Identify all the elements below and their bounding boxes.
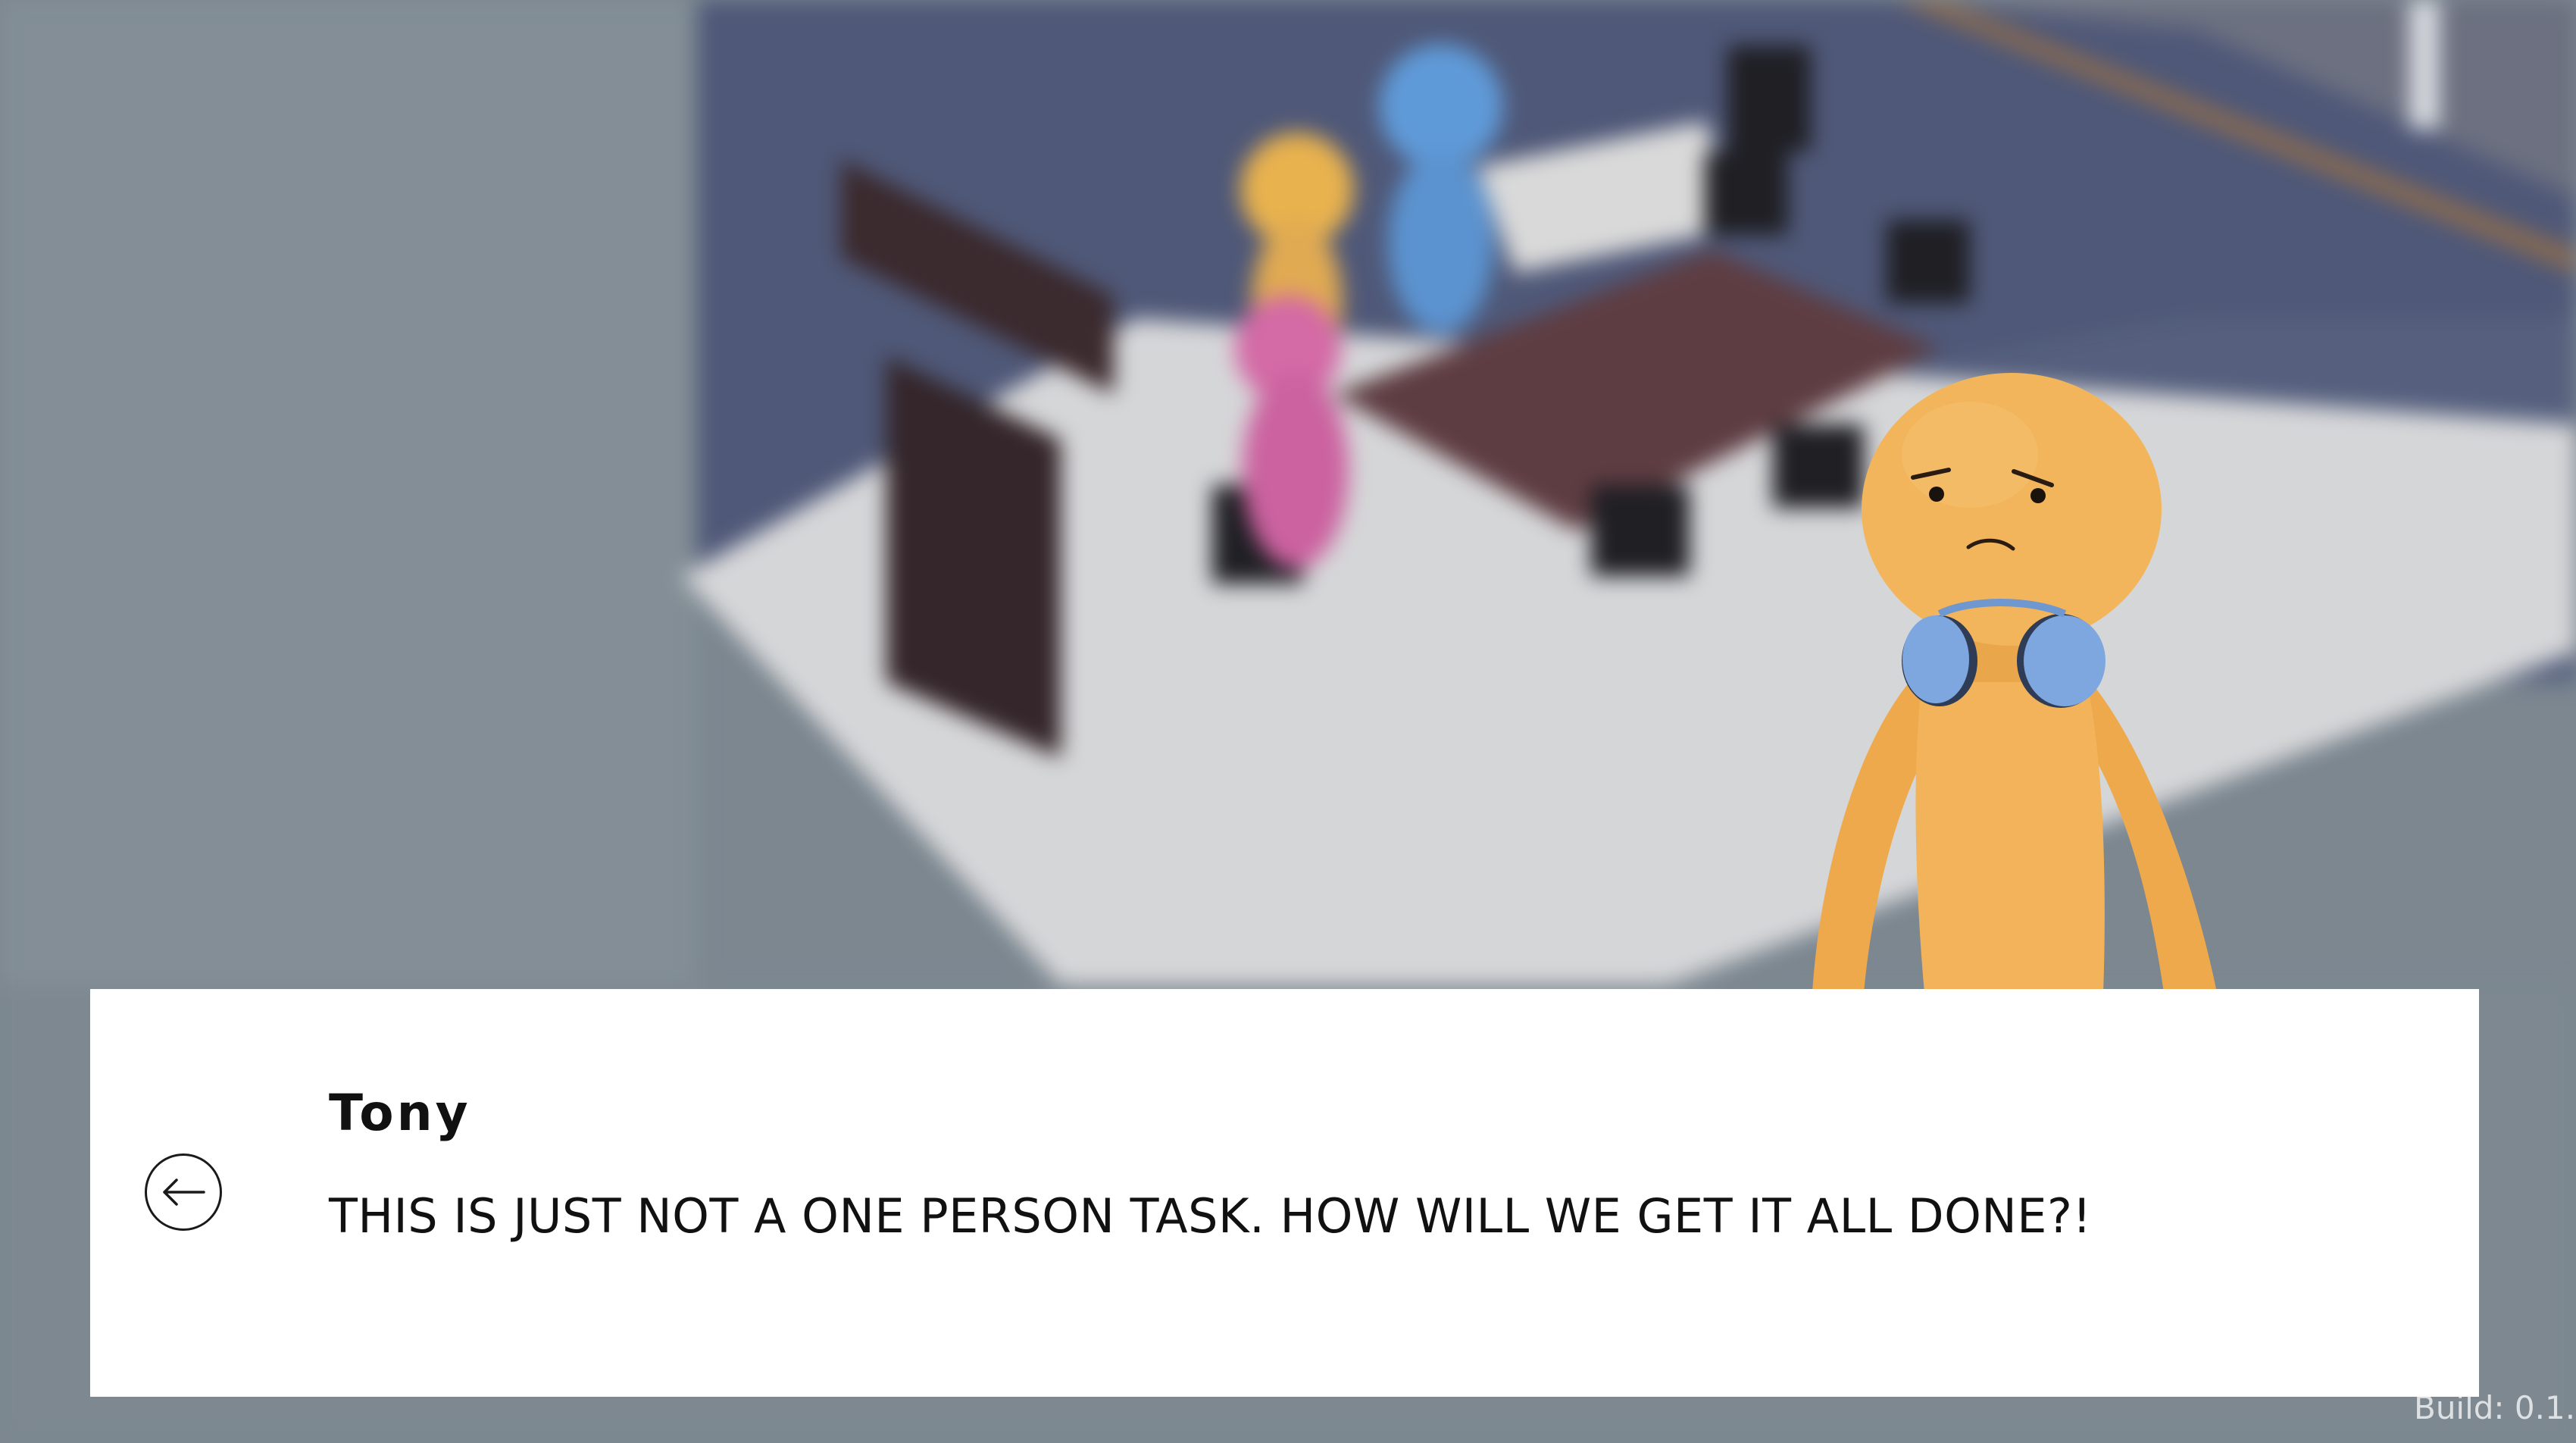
game-scene: Tony THIS IS JUST NOT A ONE PERSON TASK.…	[0, 0, 2576, 1443]
build-version-label: Build: 0.1.	[2414, 1389, 2576, 1426]
back-button[interactable]	[145, 1153, 222, 1231]
speaker-name: Tony	[329, 1084, 471, 1142]
arrow-left-icon	[163, 1179, 205, 1206]
dialog-text: THIS IS JUST NOT A ONE PERSON TASK. HOW …	[329, 1188, 2092, 1244]
